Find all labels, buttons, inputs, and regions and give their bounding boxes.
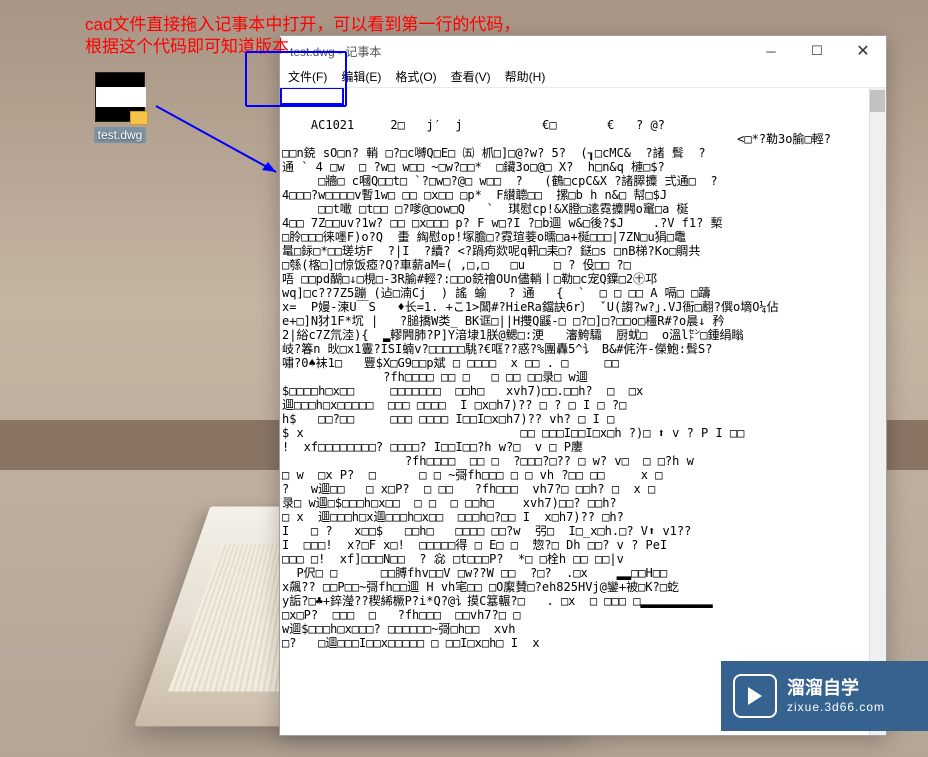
maximize-button[interactable]: ☐ [794, 36, 840, 66]
desktop-file-label: test.dwg [94, 127, 147, 143]
menu-help[interactable]: 帮助(H) [505, 68, 546, 85]
text-content[interactable]: AC1021 2□ j′ j €□ € ? @? <□*?勒3o腧□輕? □□n… [280, 88, 886, 735]
scroll-thumb[interactable] [870, 90, 885, 112]
menu-format[interactable]: 格式(O) [395, 68, 436, 85]
menu-view[interactable]: 查看(V) [451, 68, 491, 85]
notepad-window: test.dwg - 记事本 ─ ☐ ✕ 文件(F) 编辑(E) 格式(O) 查… [279, 35, 887, 736]
menu-edit[interactable]: 编辑(E) [341, 68, 381, 85]
version-code-highlight [280, 88, 344, 105]
menu-file[interactable]: 文件(F) [288, 68, 327, 85]
annotation-line2: 根据这个代码即可知道版本 [85, 36, 520, 58]
watermark-url: zixue.3d66.com [787, 699, 885, 715]
desktop-file-icon[interactable]: test.dwg [88, 72, 152, 144]
content-body: <□*?勒3o腧□輕? □□n鋴 sO□n? 輎 □?□c嚩Q□E□ ㈤ 枛□]… [282, 132, 831, 650]
content-first-line: AC1021 2□ j′ j €□ € ? @? [311, 118, 665, 132]
play-icon [733, 674, 777, 718]
menubar: 文件(F) 编辑(E) 格式(O) 查看(V) 帮助(H) [280, 66, 886, 88]
annotation-line1: cad文件直接拖入记事本中打开，可以看到第一行的代码， [85, 14, 520, 36]
minimize-button[interactable]: ─ [748, 36, 794, 66]
close-button[interactable]: ✕ [840, 36, 886, 66]
watermark-badge: 溜溜自学 zixue.3d66.com [721, 661, 928, 731]
vertical-scrollbar[interactable]: ▲ ▼ [869, 88, 886, 735]
annotation-overlay: cad文件直接拖入记事本中打开，可以看到第一行的代码， 根据这个代码即可知道版本 [85, 14, 520, 58]
watermark-title: 溜溜自学 [787, 677, 885, 699]
dwg-thumbnail-icon [95, 72, 145, 122]
